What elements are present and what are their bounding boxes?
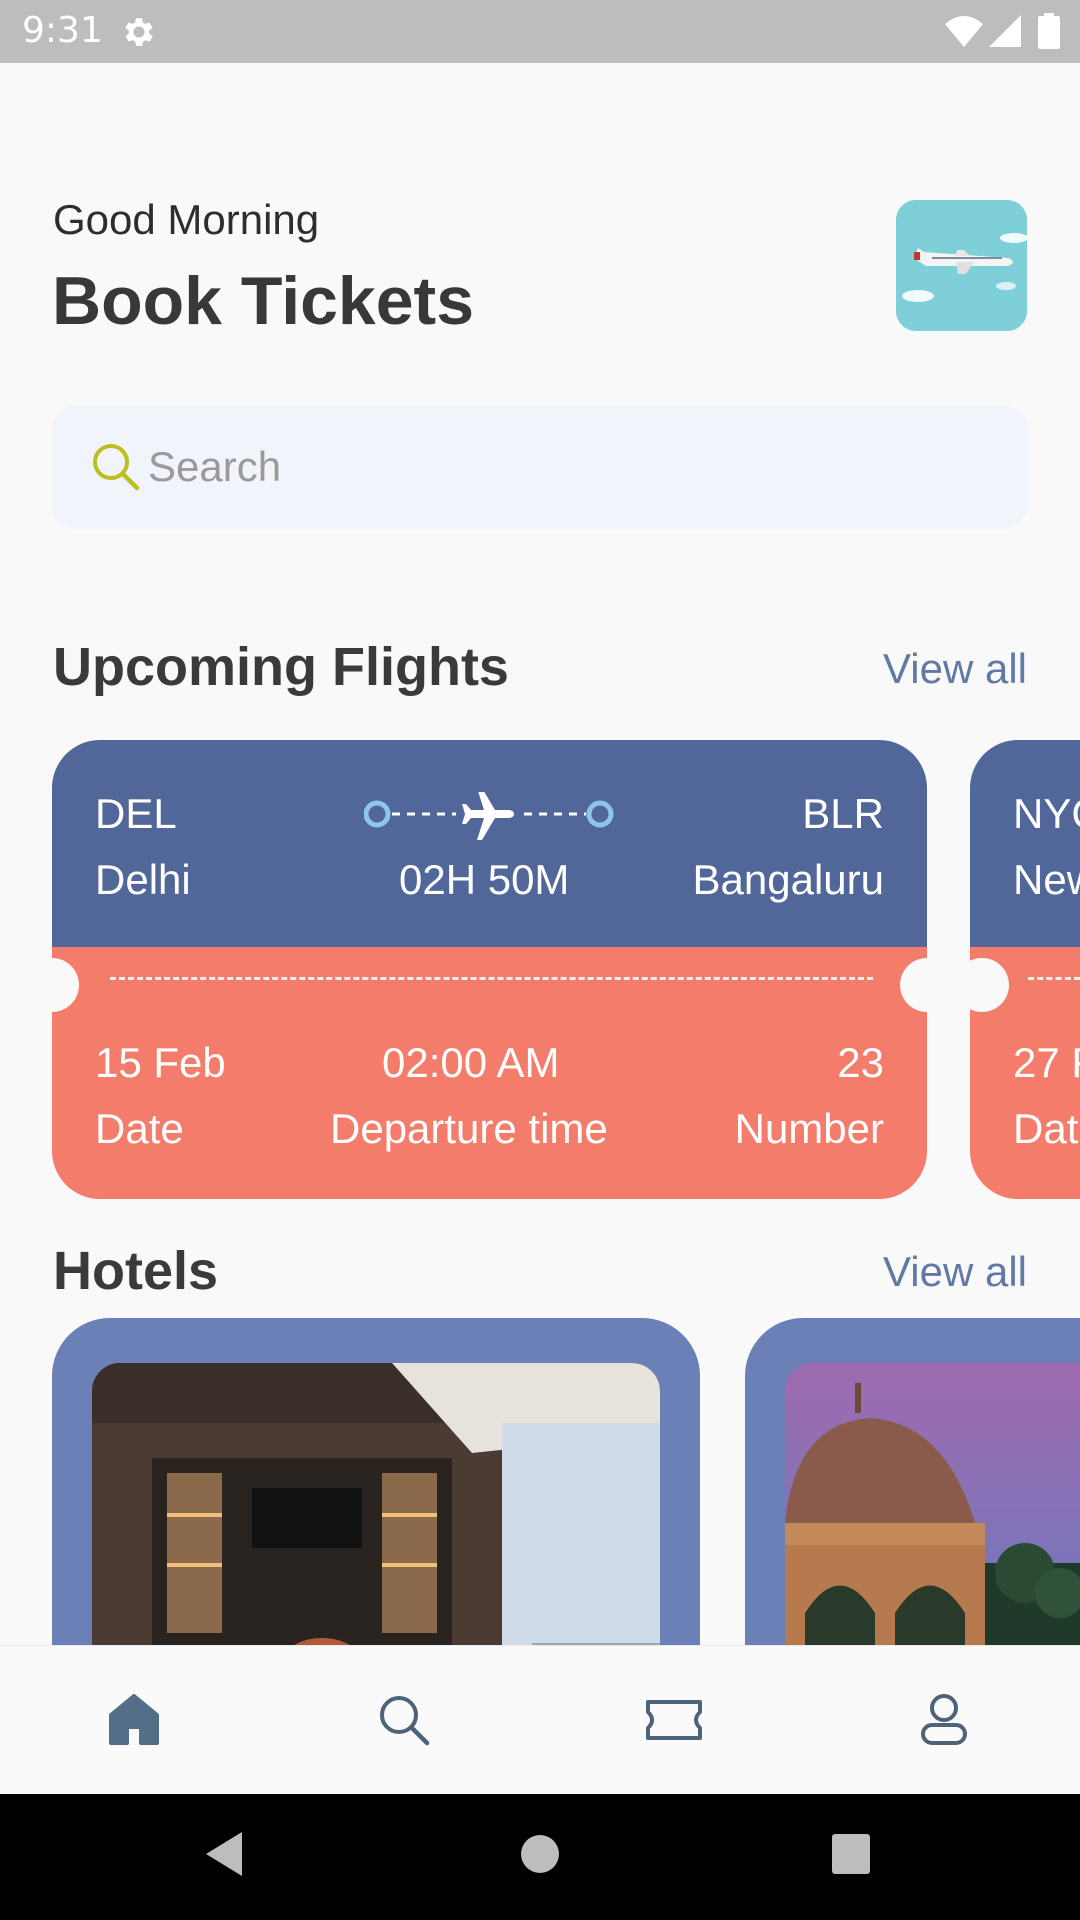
back-button-icon[interactable] [204,1830,244,1878]
flight-duration: 02H 50M [399,856,570,903]
signal-icon [989,15,1021,47]
search-input[interactable] [148,439,948,495]
search-icon [380,1696,430,1746]
origin-city: New [1013,856,1080,903]
ticket-notch-left [25,958,79,1012]
airplane-icon [462,792,514,840]
nav-search[interactable] [368,1684,440,1756]
bottom-navigation [0,1646,1080,1794]
flight-card-route-section: DEL Delhi 02H 50M BLR Bangaluru [52,740,927,947]
system-navigation-bar [0,1794,1080,1920]
status-time: 9:31 [22,10,103,51]
ticket-notch-right [900,958,954,1012]
flights-view-all-link[interactable]: View all [883,645,1027,693]
greeting-text: Good Morning [53,196,320,243]
flight-date-label: Dat [1013,1105,1079,1152]
flight-card[interactable]: DEL Delhi 02H 50M BLR Bangaluru 15 Feb D… [52,740,927,1199]
flight-card-route-section: NYC New [970,740,1080,947]
flight-date-label: Date [95,1105,184,1152]
departure-time-label: Departure time [330,1105,608,1152]
search-icon [93,444,140,491]
hotels-heading: Hotels [53,1241,219,1301]
settings-gear-icon [125,18,153,46]
ticket-icon [646,1700,702,1740]
flight-date: 15 Feb [95,1039,226,1086]
flight-number-label: Number [734,1105,884,1152]
profile-icon [921,1694,967,1745]
home-icon [109,1694,159,1745]
status-bar: 9:31 [0,0,1080,63]
nav-tickets[interactable] [638,1684,710,1756]
wifi-icon [945,16,983,47]
ticket-notch-left [955,958,1009,1012]
recents-button-icon[interactable] [830,1830,872,1878]
hotels-view-all-link[interactable]: View all [883,1248,1027,1296]
origin-code: DEL [95,790,177,837]
nav-home[interactable] [98,1684,170,1756]
home-button-icon[interactable] [520,1830,560,1878]
flight-card-details-section: 15 Feb Date 02:00 AM Departure time 23 N… [52,947,927,1199]
destination-city: Bangaluru [692,856,884,903]
departure-time: 02:00 AM [382,1039,560,1086]
flight-number: 23 [837,1039,884,1086]
airplane-thumbnail[interactable] [896,200,1027,331]
battery-icon [1038,13,1060,49]
airplane-illustration [896,200,1027,331]
ticket-divider [110,977,873,980]
search-box[interactable] [52,405,1027,529]
page-title: Book Tickets [52,263,475,339]
nav-profile[interactable] [908,1684,980,1756]
flight-date: 27 F [1013,1039,1080,1086]
origin-code: NYC [1013,790,1080,837]
origin-city: Delhi [95,856,191,903]
upcoming-flights-heading: Upcoming Flights [53,637,509,697]
destination-code: BLR [802,790,884,837]
flight-route-graphic [364,792,614,840]
ticket-divider [1028,977,1080,980]
